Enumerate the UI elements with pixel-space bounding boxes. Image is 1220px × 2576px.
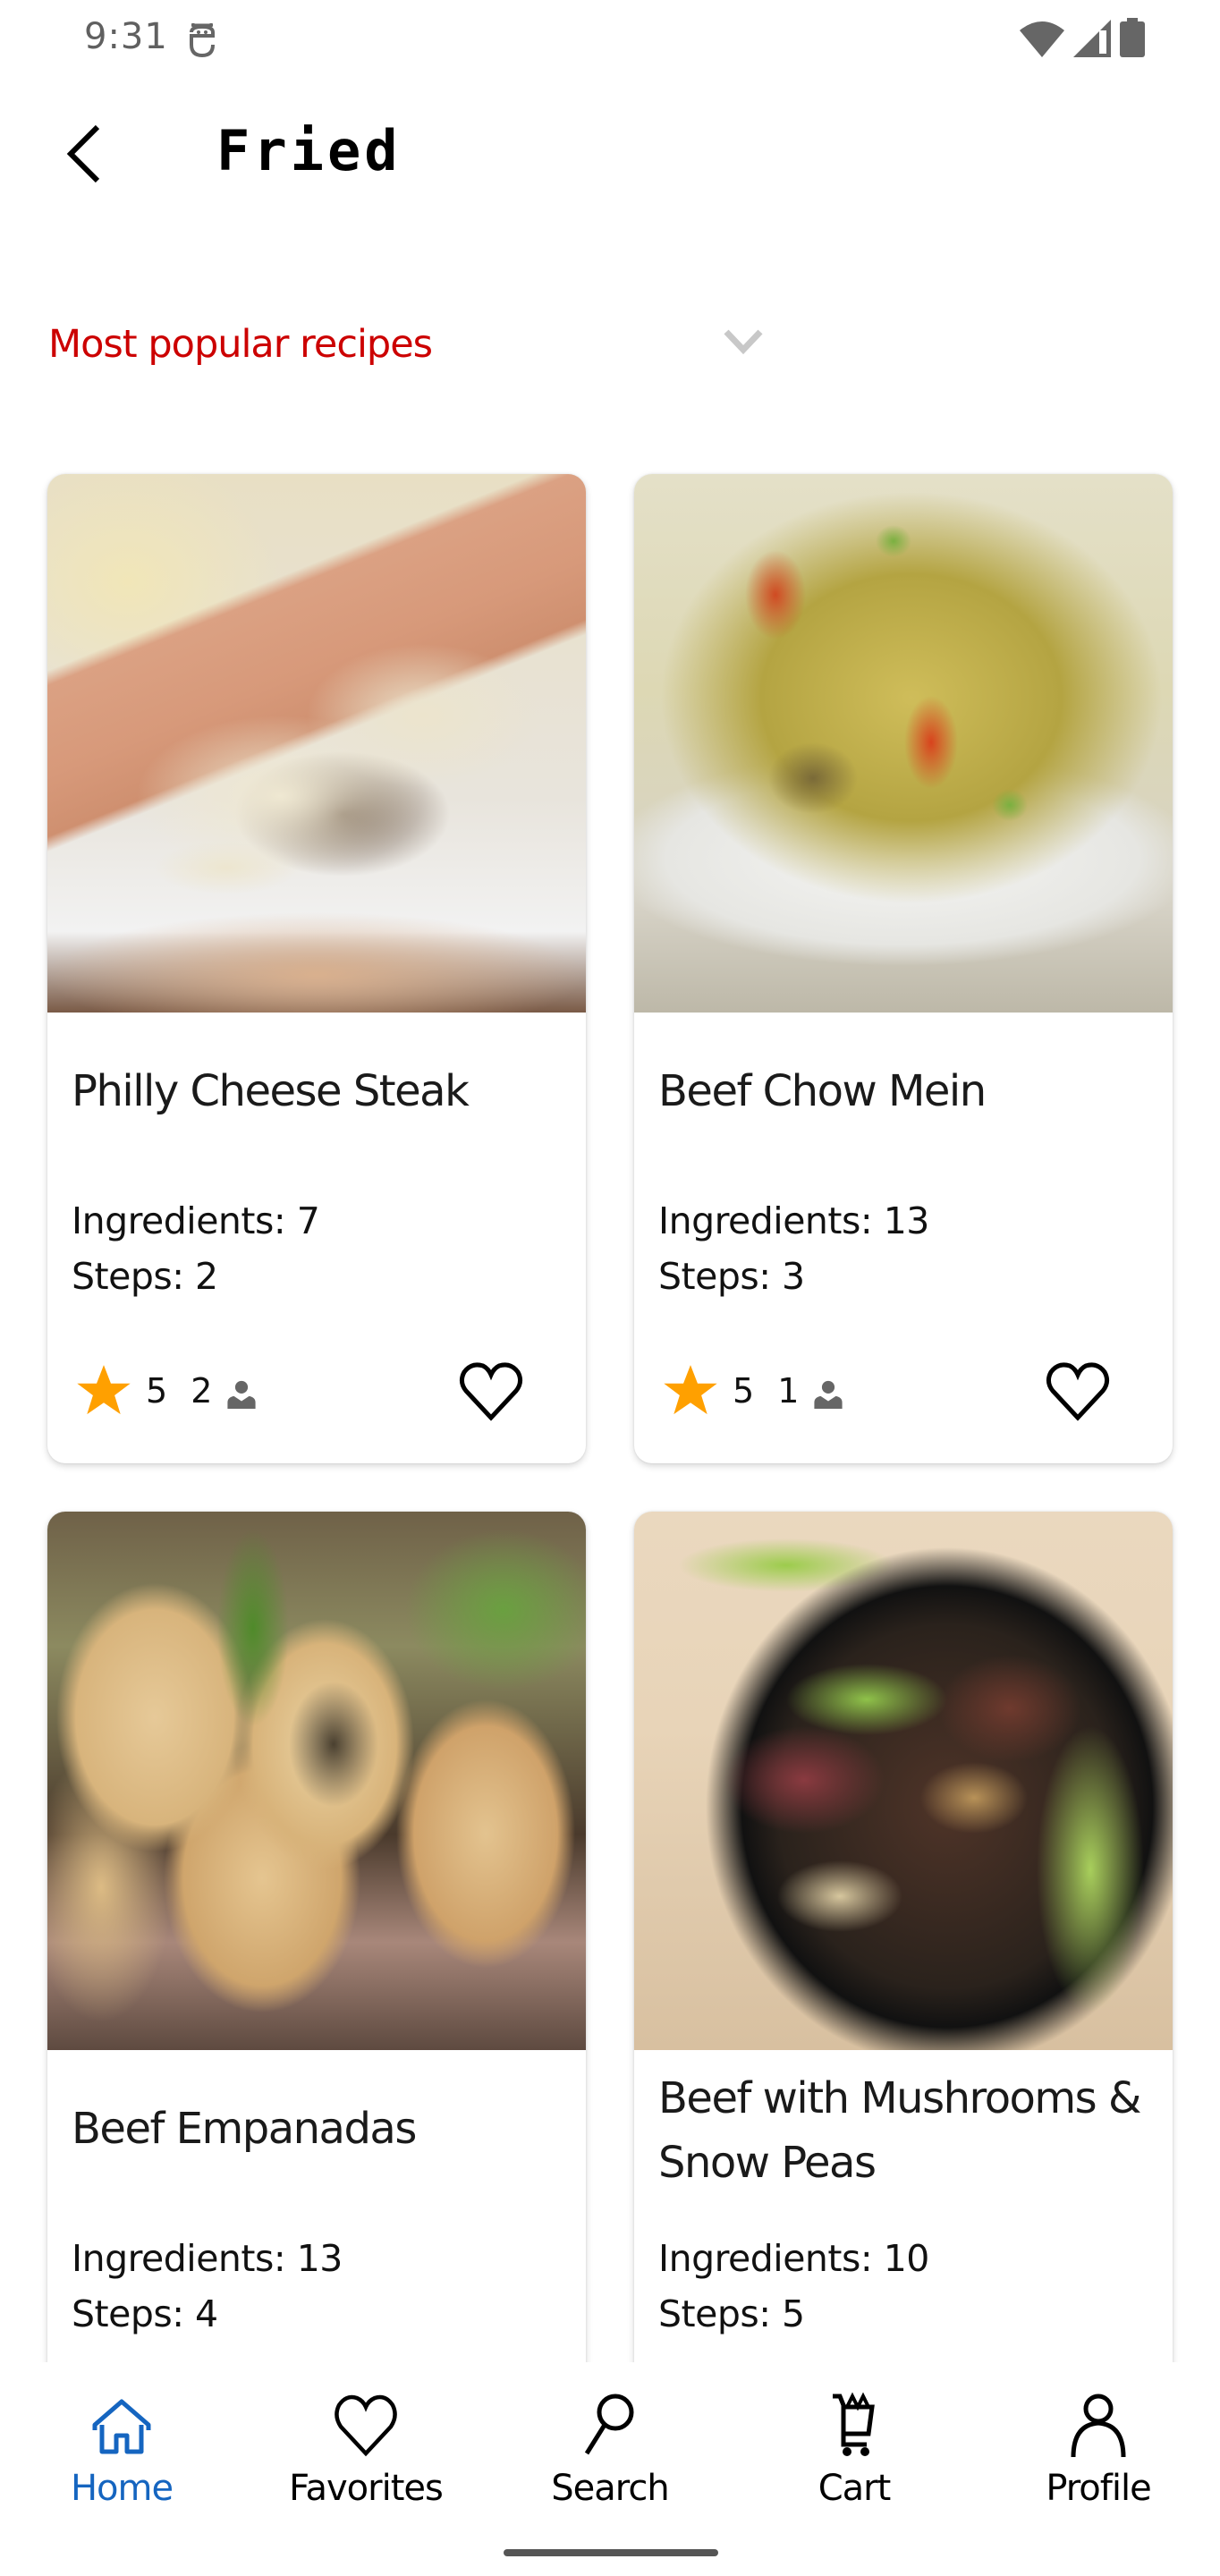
- star-icon: [664, 1365, 717, 1415]
- status-time: 9:31: [84, 16, 168, 57]
- person-icon: [814, 1380, 843, 1409]
- recipe-image: [47, 474, 586, 1013]
- battery-icon: [1120, 18, 1145, 57]
- sort-dropdown[interactable]: Most popular recipes: [48, 309, 782, 380]
- recipe-steps: Steps: 4: [72, 2292, 218, 2335]
- status-icons: [1020, 18, 1145, 57]
- recipe-steps: Steps: 3: [658, 1255, 805, 1298]
- nav-item-cart[interactable]: Cart: [756, 2389, 953, 2523]
- favorite-heart-button[interactable]: [459, 1360, 523, 1423]
- recipe-card[interactable]: Beef with Mushrooms & Snow Peas Ingredie…: [634, 1512, 1173, 2501]
- nav-label: Cart: [818, 2468, 892, 2509]
- recipe-steps: Steps: 2: [72, 1255, 218, 1298]
- recipe-card[interactable]: Philly Cheese Steak Ingredients: 7 Steps…: [47, 474, 586, 1463]
- chevron-left-icon: [66, 124, 100, 183]
- nav-label: Home: [70, 2468, 174, 2509]
- recipe-image: [634, 474, 1173, 1013]
- chevron-down-icon: [724, 329, 763, 355]
- recipe-image: [634, 1512, 1173, 2050]
- favorite-heart-button[interactable]: [1046, 1360, 1110, 1423]
- cellular-signal-icon: [1073, 20, 1111, 57]
- recipe-title: Beef Empanadas: [72, 2104, 417, 2154]
- heart-icon: [335, 2394, 397, 2457]
- home-icon: [92, 2399, 151, 2454]
- page-title: Fried: [216, 118, 402, 183]
- recipe-steps: Steps: 5: [658, 2292, 805, 2335]
- recipe-footer: 5 1: [661, 1355, 1146, 1427]
- search-icon: [584, 2394, 634, 2455]
- recipe-title: Philly Cheese Steak: [72, 1066, 470, 1116]
- nav-item-profile[interactable]: Profile: [1000, 2389, 1197, 2523]
- home-indicator[interactable]: [504, 2549, 718, 2556]
- nav-label: Profile: [1046, 2468, 1151, 2509]
- nav-label: Favorites: [289, 2468, 444, 2509]
- wifi-icon: [1020, 21, 1064, 57]
- recipe-footer: 5 2: [74, 1355, 559, 1427]
- person-icon: [1071, 2394, 1126, 2458]
- recipe-card[interactable]: Beef Chow Mein Ingredients: 13 Steps: 3 …: [634, 474, 1173, 1463]
- recipe-title: Beef Chow Mein: [658, 1066, 987, 1116]
- rating-value: 5: [146, 1371, 168, 1411]
- recipe-ingredients: Ingredients: 13: [72, 2237, 343, 2280]
- person-icon: [227, 1380, 256, 1409]
- nav-item-home[interactable]: Home: [23, 2389, 220, 2523]
- top-app-bar: Fried: [0, 98, 1220, 206]
- bottom-navigation: Home Favorites Search Cart Profile: [0, 2362, 1220, 2576]
- sort-dropdown-value: Most popular recipes: [48, 322, 433, 367]
- recipe-ingredients: Ingredients: 10: [658, 2237, 929, 2280]
- recipe-ingredients: Ingredients: 13: [658, 1199, 929, 1242]
- nav-item-search[interactable]: Search: [512, 2389, 708, 2523]
- reviews-count: 1: [777, 1371, 800, 1411]
- status-bar: 9:31: [0, 0, 1220, 75]
- recipe-card[interactable]: Beef Empanadas Ingredients: 13 Steps: 4: [47, 1512, 586, 2501]
- recipe-image: [47, 1512, 586, 2050]
- rating-value: 5: [733, 1371, 755, 1411]
- star-icon: [77, 1365, 131, 1415]
- nav-item-favorites[interactable]: Favorites: [267, 2389, 464, 2523]
- recipe-ingredients: Ingredients: 7: [72, 1199, 320, 1242]
- recipe-title: Beef with Mushrooms & Snow Peas: [658, 2073, 1141, 2188]
- nav-label: Search: [551, 2468, 669, 2509]
- cart-icon: [833, 2392, 875, 2456]
- app-notification-icon: [190, 23, 215, 58]
- back-button[interactable]: [54, 118, 116, 190]
- reviews-count: 2: [191, 1371, 213, 1411]
